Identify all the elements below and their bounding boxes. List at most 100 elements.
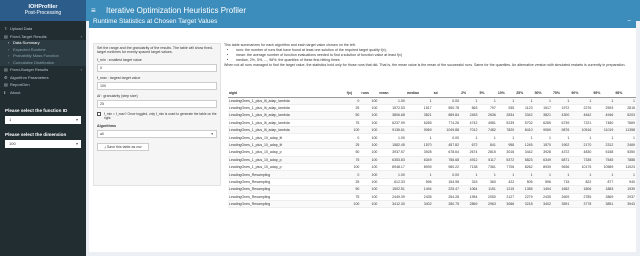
column-header[interactable]: 5% <box>478 90 497 98</box>
table-cell: 7545 <box>592 156 615 165</box>
table-cell: 797 <box>478 104 497 113</box>
table-cell: 1 <box>551 170 571 179</box>
column-header[interactable]: algId <box>228 90 346 98</box>
column-header[interactable]: 50% <box>533 90 552 98</box>
sidebar-item-label: Fixed-Budget Results <box>10 67 49 72</box>
column-header[interactable]: f(x) <box>345 90 361 98</box>
table-cell: 1 <box>592 133 615 142</box>
sidebar-item-upload-data[interactable]: ⇪ Upload Data <box>0 25 86 33</box>
column-header[interactable]: 90% <box>570 90 593 98</box>
table-cell: 10516 <box>570 126 593 135</box>
column-header[interactable]: 75% <box>551 90 571 98</box>
step-input[interactable]: 25 <box>97 100 217 109</box>
table-cell: 9876 <box>551 126 571 135</box>
table-cell: 2674 <box>460 148 479 157</box>
table-cell: 2276 <box>570 104 593 113</box>
dimension-select[interactable]: 100 ▾ <box>5 140 81 148</box>
column-header[interactable]: 10% <box>496 90 516 98</box>
table-description: This table summarizes for each algorithm… <box>224 43 634 68</box>
algorithms-label: Algorithms <box>97 124 116 129</box>
table-cell: LeadingOnes_Resampling <box>228 200 346 209</box>
sidebar-item-fixed-budget-results[interactable]: ▤ Fixed-Budget Results ‹ <box>0 66 86 74</box>
step-label: Δf : granularity (step size) <box>97 94 138 99</box>
column-header[interactable]: 95% <box>592 90 615 98</box>
table-cell: 5350 <box>614 148 636 157</box>
table-cell: 3412.30 <box>378 200 406 209</box>
table-cell: 7221 <box>570 119 593 128</box>
table-row: LeadingOnes_1_plus_10_adap_p 100 100 8948.1… <box>228 163 636 172</box>
sidebar-item-label: Upload Data <box>10 26 33 31</box>
table-cell: 2609 <box>551 193 571 201</box>
algorithms-select[interactable]: all ▾ <box>97 130 217 139</box>
column-header[interactable]: runs <box>360 90 379 98</box>
table-cell: 100 <box>360 193 379 201</box>
table-cell: 154.98 <box>432 178 461 187</box>
table-cell: 4981 <box>478 119 497 128</box>
table-cell: LeadingOnes_1_plus_10_adap_p <box>228 148 346 157</box>
table-cell: 1 <box>496 170 516 179</box>
table-cell: 50 <box>345 185 361 194</box>
fmax-input[interactable]: 100 <box>97 82 217 91</box>
table-cell: 100 <box>360 97 379 105</box>
sidebar-item-about[interactable]: ℹ About <box>0 89 86 97</box>
settings-panel: Set the range and the granularity of the… <box>93 43 221 186</box>
chevron-down-icon: ▾ <box>211 132 213 137</box>
table-cell: 6349 <box>533 156 552 165</box>
algorithms-value: all <box>100 132 104 137</box>
column-header[interactable]: 2% <box>460 90 479 98</box>
sidebar-item-algorithm-parameters[interactable]: ⚙ Algorithm Parameters <box>0 74 86 82</box>
table-row: LeadingOnes_Resampling 100 100 3412.30 3402 2… <box>228 200 636 209</box>
table-cell: 457.82 <box>432 141 461 150</box>
table-cell: 940 <box>614 178 636 187</box>
dimension-value: 100 <box>9 141 16 146</box>
table-cell: 612.33 <box>378 178 406 187</box>
table-cell: 11019 <box>592 126 615 135</box>
table-cell: 1954 <box>460 193 479 201</box>
table-cell: 1972 <box>551 104 571 113</box>
table-cell: 25 <box>345 178 361 187</box>
function-id-select[interactable]: 1 ▾ <box>5 116 81 124</box>
table-cell: 1 <box>405 133 433 142</box>
table-cell: 1 <box>570 133 593 142</box>
column-header[interactable]: mean <box>378 90 406 98</box>
collapse-icon[interactable]: − <box>627 16 631 28</box>
single-target-checkbox-row[interactable]: f_min = f_max? Once toggled, only f_min … <box>97 112 217 120</box>
sidebar-item-label: Algorithm Parameters <box>10 74 49 80</box>
sidebar-item-reportgen[interactable]: ▤ ReportGen <box>0 81 86 89</box>
table-cell: 100 <box>360 185 379 194</box>
table-cell: 3016 <box>496 148 516 157</box>
table-cell: 8410 <box>515 126 534 135</box>
table-cell: 1 <box>478 170 497 179</box>
sidebar-item-label: Probability Mass Function <box>13 53 59 58</box>
function-id-value: 1 <box>9 117 12 122</box>
table-cell: 1883 <box>592 185 615 194</box>
column-header[interactable]: 98% <box>614 90 636 98</box>
table-cell: 2435 <box>405 193 433 201</box>
table-cell: 3778 <box>570 200 593 209</box>
save-csv-button[interactable]: ⤓ Save this table as csv <box>97 143 149 152</box>
table-cell: 7361 <box>478 163 497 172</box>
table-cell: 6353.83 <box>378 156 406 165</box>
single-target-checkbox[interactable] <box>97 112 101 117</box>
column-header[interactable]: 25% <box>515 90 534 98</box>
table-cell: 3442 <box>515 148 534 157</box>
table-cell: 1 <box>533 133 552 142</box>
column-header[interactable]: sd <box>432 90 461 98</box>
table-cell: LeadingOnes_1_plus_lit_adap_lambda <box>228 119 346 128</box>
table-cell: 50 <box>345 111 361 120</box>
table-cell: LeadingOnes_Resampling <box>228 185 346 194</box>
sidebar-item-label: ReportGen <box>10 82 30 87</box>
table-cell: 1 <box>551 97 571 105</box>
table-cell: 5158 <box>592 148 615 157</box>
sidebar-item-fixed-target-results[interactable]: ▤ Fixed-Target Results ‹ <box>0 33 86 41</box>
table-cell: 3821 <box>533 111 552 120</box>
table-cell: 1 <box>478 133 497 142</box>
table-cell: 1 <box>570 170 593 179</box>
table-row: LeadingOnes_1_plus_10_adap_p 50 100 3937.57… <box>228 148 636 157</box>
table-cell: 4742 <box>460 119 479 128</box>
column-header[interactable]: median <box>405 90 433 98</box>
table-cell: 563 <box>460 104 479 113</box>
fmin-input[interactable]: 0 <box>97 64 217 73</box>
table-row: LeadingOnes_1_plus_10_adap_p 75 100 6353.83… <box>228 156 636 165</box>
table-cell: 0 <box>345 133 361 142</box>
